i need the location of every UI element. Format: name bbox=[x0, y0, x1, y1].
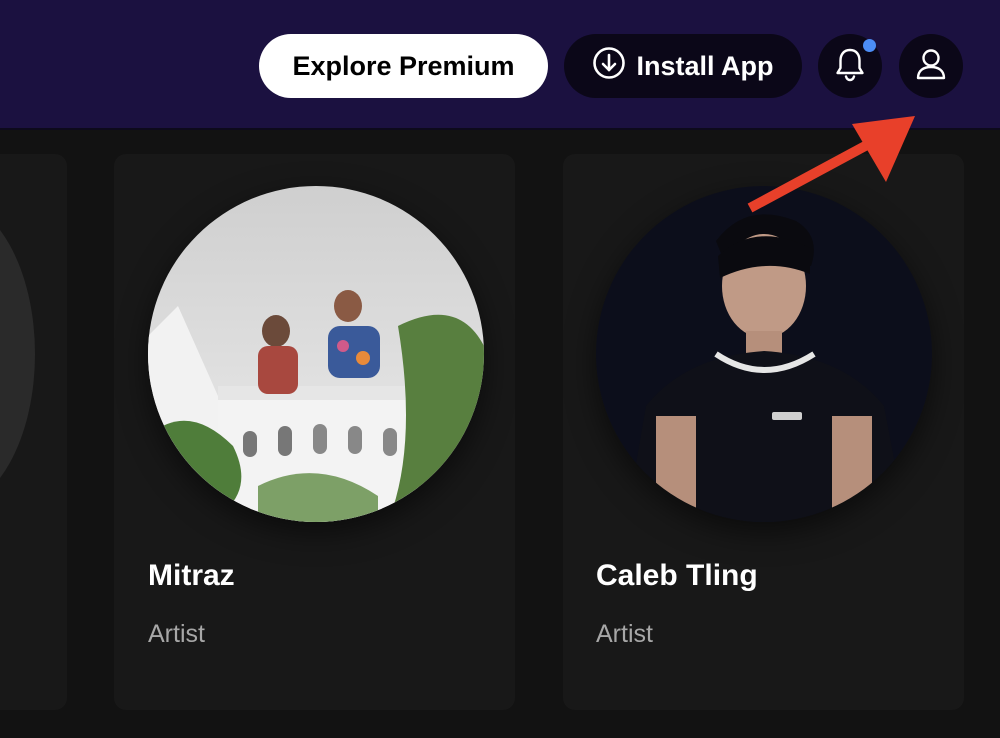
install-app-label: Install App bbox=[636, 50, 774, 81]
bell-icon bbox=[833, 46, 867, 87]
artist-card[interactable]: Mitraz Artist bbox=[114, 154, 515, 710]
artist-row: Mitraz Artist Caleb Tling Artist bbox=[0, 130, 1000, 738]
artist-avatar bbox=[148, 186, 484, 522]
notification-dot bbox=[863, 39, 876, 52]
profile-button[interactable] bbox=[899, 34, 963, 98]
artist-avatar bbox=[596, 186, 932, 522]
artist-avatar-partial bbox=[0, 199, 35, 509]
artist-type: Artist bbox=[596, 620, 653, 648]
explore-premium-button[interactable]: Explore Premium bbox=[259, 34, 548, 98]
install-app-button[interactable]: Install App bbox=[564, 34, 802, 98]
notifications-button[interactable] bbox=[818, 34, 882, 98]
artist-type: Artist bbox=[148, 620, 205, 648]
artist-card-partial[interactable] bbox=[0, 154, 67, 710]
user-icon bbox=[914, 46, 948, 87]
artist-name: Mitraz bbox=[148, 559, 235, 592]
top-bar: Explore Premium Install App bbox=[0, 0, 1000, 130]
artist-name: Caleb Tling bbox=[596, 559, 758, 592]
artist-card[interactable]: Caleb Tling Artist bbox=[563, 154, 964, 710]
download-circle-icon bbox=[592, 46, 626, 87]
